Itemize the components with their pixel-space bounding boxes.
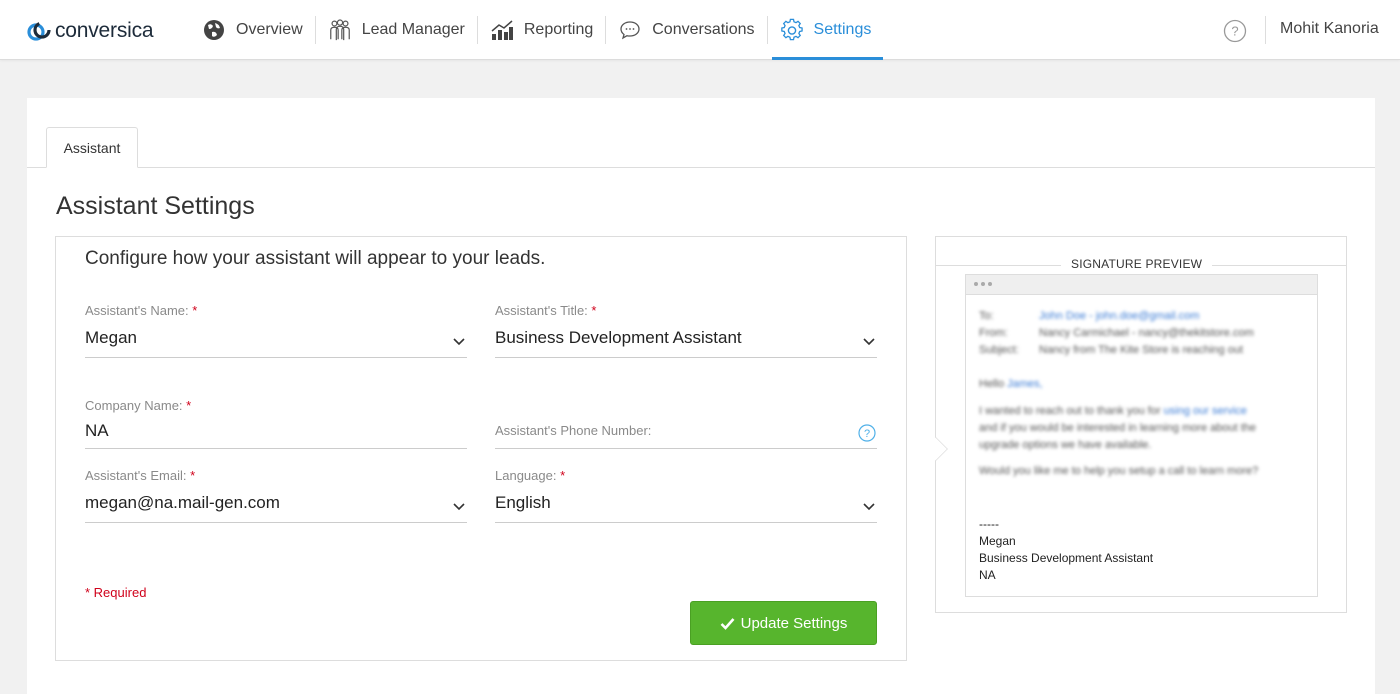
company-name-input[interactable]: Company Name: * NA: [85, 398, 467, 450]
help-circle-icon[interactable]: ?: [1223, 19, 1247, 43]
help-circle-icon[interactable]: ?: [858, 424, 876, 442]
email-body-line: I wanted to reach out to thank you for u…: [979, 405, 1247, 417]
nav-label: Settings: [813, 21, 872, 38]
field-underline: [85, 357, 467, 358]
globe-icon: [202, 18, 226, 42]
nav-label: Reporting: [523, 21, 594, 38]
assistant-name-select[interactable]: Assistant's Name: * Megan: [85, 303, 467, 359]
nav-reporting[interactable]: Reporting: [478, 0, 605, 60]
required-marker: *: [190, 468, 196, 483]
language-value: English: [495, 493, 551, 512]
assistant-title-select[interactable]: Assistant's Title: * Business Developmen…: [495, 303, 877, 359]
chat-bubble-icon: [618, 18, 642, 42]
nav-conversations[interactable]: Conversations: [606, 0, 766, 60]
update-settings-button[interactable]: Update Settings: [690, 601, 877, 645]
tabs-baseline: [27, 167, 1375, 168]
email-window-header: [966, 275, 1317, 295]
chevron-down-icon: [863, 338, 875, 346]
field-label: Assistant's Email:: [85, 468, 187, 483]
field-label: Assistant's Name:: [85, 303, 189, 318]
preview-pointer: [924, 437, 948, 461]
form-intro: Configure how your assistant will appear…: [85, 248, 546, 269]
assistant-form-panel: Configure how your assistant will appear…: [55, 236, 907, 661]
top-navigation-bar: conversica Overview Lead Manager Reporti…: [0, 0, 1400, 60]
page-title: Assistant Settings: [56, 192, 255, 220]
email-to-row: To: John Doe - john.doe@gmail.com: [979, 310, 1200, 322]
assistant-email-select[interactable]: Assistant's Email: * megan@na.mail-gen.c…: [85, 468, 467, 524]
field-underline: [495, 357, 877, 358]
svg-text:?: ?: [864, 428, 870, 440]
chevron-down-icon: [453, 503, 465, 511]
language-select[interactable]: Language: * English: [495, 468, 877, 524]
conversica-logo[interactable]: conversica: [26, 18, 154, 44]
nav-lead-manager[interactable]: Lead Manager: [316, 0, 477, 60]
gear-icon: [780, 18, 804, 42]
user-menu[interactable]: Mohit Kanoria: [1280, 20, 1379, 38]
chevron-down-icon: [453, 338, 465, 346]
required-marker: *: [560, 468, 566, 483]
field-label: Company Name:: [85, 398, 183, 413]
email-from-row: From: Nancy Carmichael - nancy@thekitstor…: [979, 327, 1254, 339]
nav-overview[interactable]: Overview: [190, 0, 315, 60]
settings-card: Assistant Assistant Settings Configure h…: [27, 98, 1375, 694]
field-label: Assistant's Title:: [495, 303, 588, 318]
signature-separator: -----: [979, 517, 999, 531]
email-body-line: upgrade options we have available.: [979, 439, 1152, 451]
email-preview: To: John Doe - john.doe@gmail.com From: Na…: [965, 274, 1318, 597]
nav-label: Conversations: [652, 21, 755, 38]
nav-settings[interactable]: Settings: [768, 0, 884, 60]
conversica-logo-icon: [27, 21, 51, 41]
window-dots-icon: [974, 282, 992, 286]
bar-chart-icon: [490, 18, 514, 42]
checkmark-icon: [720, 617, 735, 630]
nav-label: Lead Manager: [361, 21, 465, 38]
field-label: Assistant's Phone Number:: [495, 423, 652, 438]
user-divider: [1265, 16, 1266, 44]
field-underline: [85, 448, 467, 449]
company-name-value: NA: [85, 421, 109, 440]
field-underline: [495, 522, 877, 523]
nav-label: Overview: [236, 21, 303, 38]
field-underline: [495, 448, 877, 449]
tab-assistant[interactable]: Assistant: [46, 127, 138, 168]
required-note: * Required: [85, 585, 147, 600]
email-subject-row: Subject: Nancy from The Kite Store is rea…: [979, 344, 1244, 356]
assistant-name-value: Megan: [85, 328, 137, 347]
field-underline: [85, 522, 467, 523]
signature-company: NA: [979, 568, 996, 582]
required-marker: *: [591, 303, 597, 318]
field-label: Language:: [495, 468, 557, 483]
chevron-down-icon: [863, 503, 875, 511]
email-greeting: Hello James,: [979, 378, 1043, 390]
assistant-title-value: Business Development Assistant: [495, 328, 742, 347]
preview-title: SIGNATURE PREVIEW: [1061, 257, 1213, 271]
phone-number-input[interactable]: Assistant's Phone Number: ?: [495, 423, 877, 450]
signature-title: Business Development Assistant: [979, 551, 1154, 565]
required-marker: *: [186, 398, 192, 413]
people-icon: [328, 18, 352, 42]
email-body-line: and if you would be interested in learni…: [979, 422, 1257, 434]
signature-preview-panel: SIGNATURE PREVIEW To: John Doe - john.doe…: [924, 236, 1347, 613]
signature-name: Megan: [979, 534, 1016, 548]
assistant-email-value: megan@na.mail-gen.com: [85, 493, 280, 512]
email-body-line: Would you like me to help you setup a ca…: [979, 465, 1259, 477]
button-label: Update Settings: [740, 614, 848, 632]
required-marker: *: [192, 303, 198, 318]
svg-text:?: ?: [1231, 24, 1238, 39]
brand-name: conversica: [55, 19, 154, 42]
main-nav: Overview Lead Manager Reporting Conversa…: [190, 0, 884, 60]
